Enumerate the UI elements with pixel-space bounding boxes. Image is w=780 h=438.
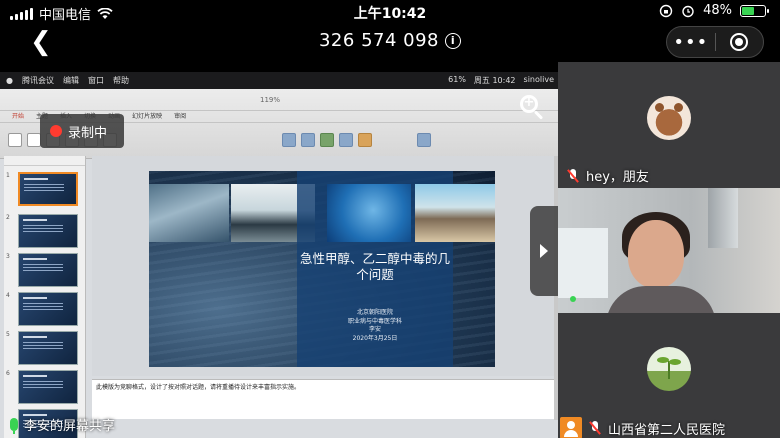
ribbon-tab-home: 开始 xyxy=(12,113,25,120)
speaker-notes: 此模版为竞聊格式，设计了按对照对话题，请将重播待设计来丰富指示实施。 xyxy=(92,379,554,419)
title-slide: 急性甲醇、乙二醇中毒的几个问题 北京朝阳医院 职业病与中毒医学科 李安 2020… xyxy=(149,171,495,367)
ribbon-tab-slideshow: 幻灯片放映 xyxy=(132,113,163,120)
speaking-indicator xyxy=(570,296,576,302)
battery-icon xyxy=(740,4,769,17)
participant-name-row: 山西省第二人民医院 xyxy=(560,417,725,438)
slide-thumbnail[interactable] xyxy=(18,331,78,365)
thumb-number: 5 xyxy=(6,331,10,338)
style-icon xyxy=(358,133,372,147)
mac-menu-help: 帮助 xyxy=(112,76,129,85)
target-icon xyxy=(730,33,749,51)
range-hood xyxy=(708,188,738,248)
rotation-lock-icon xyxy=(659,4,673,17)
slide-department: 职业病与中毒医学科 xyxy=(347,317,402,325)
apple-icon: ● xyxy=(6,76,13,85)
window-light xyxy=(558,228,608,298)
ribbon-tab-review: 审阅 xyxy=(174,113,187,120)
recording-badge[interactable]: 录制中 xyxy=(40,114,124,148)
slideshow-icon xyxy=(417,133,431,147)
sharer-name: 李安的屏幕共享 xyxy=(24,418,116,434)
slide-thumbnail[interactable] xyxy=(18,214,78,248)
thumb-number: 2 xyxy=(6,214,10,221)
thumbnail-tabs xyxy=(4,156,85,166)
mini-program-capsule: ••• xyxy=(666,26,764,58)
mic-muted-icon xyxy=(566,168,580,183)
slide-date: 2020年3月25日 xyxy=(352,334,398,342)
mac-battery: 61% xyxy=(448,75,466,84)
text-box-icon xyxy=(282,133,296,147)
meeting-id-group[interactable]: 326 574 098 i xyxy=(0,30,780,51)
participant-tile[interactable]: hey，朋友 xyxy=(558,62,780,188)
more-button[interactable]: ••• xyxy=(667,32,715,53)
slide-title: 急性甲醇、乙二醇中毒的几个问题 xyxy=(299,251,450,282)
slide-canvas: 急性甲醇、乙二醇中毒的几个问题 北京朝阳医院 职业病与中毒医学科 李安 2020… xyxy=(92,156,554,376)
close-program-button[interactable] xyxy=(715,33,763,51)
status-right: 48% xyxy=(659,3,769,18)
meeting-header: ❮ 326 574 098 i ••• xyxy=(0,26,780,62)
frost-grass-photo xyxy=(149,184,229,242)
slide-thumbnail[interactable] xyxy=(18,253,78,287)
arrange-icon xyxy=(339,133,353,147)
meeting-id: 326 574 098 xyxy=(318,30,439,51)
shape-icon xyxy=(320,133,334,147)
slide-thumbnail[interactable] xyxy=(18,292,78,326)
zoom-value: 119% xyxy=(260,96,281,104)
mic-icon xyxy=(10,417,18,434)
layout-icon xyxy=(27,133,41,147)
zoom-in-icon[interactable] xyxy=(516,91,546,121)
battery-percent: 48% xyxy=(703,3,732,18)
ppt-titlebar: 119% xyxy=(0,89,558,111)
teddy-bear-avatar xyxy=(647,96,691,140)
slide-subtitle: 北京朝阳医院 职业病与中毒医学科 李安 2020年3月25日 xyxy=(297,309,453,343)
thumb-number: 1 xyxy=(6,172,10,179)
thumb-number: 4 xyxy=(6,292,10,299)
slide-author: 李安 xyxy=(368,326,381,333)
host-icon xyxy=(560,417,582,438)
slide-thumbnails: 1 2 3 4 5 6 xyxy=(4,156,86,438)
mac-clock: 周五 10:42 xyxy=(473,76,516,85)
person-face xyxy=(628,220,684,288)
screen-share-label: 李安的屏幕共享 xyxy=(0,412,115,436)
alarm-icon xyxy=(682,5,694,17)
pier-photo xyxy=(415,184,495,242)
slide-thumbnail[interactable] xyxy=(18,370,78,404)
participant-name: hey，朋友 xyxy=(586,170,649,185)
battery-level xyxy=(742,6,754,15)
info-icon[interactable]: i xyxy=(445,33,461,49)
thumb-number: 6 xyxy=(6,370,10,377)
participant-video-tile[interactable] xyxy=(558,188,780,313)
participant-tile[interactable]: 山西省第二人民医院 xyxy=(558,313,780,438)
participant-name-row: hey，朋友 xyxy=(566,166,649,185)
mic-muted-icon xyxy=(588,421,602,435)
thumb-number: 3 xyxy=(6,253,10,260)
powerpoint-ribbon: 119% 开始 主题 插入 切换 动画 幻灯片放映 审阅 录制中 xyxy=(0,89,558,159)
record-icon xyxy=(50,125,62,137)
participant-name: 山西省第二人民医院 xyxy=(608,422,726,438)
picture-icon xyxy=(301,133,315,147)
mac-menu-bar: ● 腾讯会议 编辑 窗口 帮助 61% 周五 10:42 sinolive xyxy=(0,72,558,89)
mac-user: sinolive xyxy=(523,75,554,84)
mac-menu-window: 窗口 xyxy=(87,76,104,85)
slide-thumbnail[interactable] xyxy=(18,172,78,206)
slide-hospital: 北京朝阳医院 xyxy=(356,309,393,316)
recording-label: 录制中 xyxy=(68,125,108,141)
collapse-participants-button[interactable] xyxy=(530,206,558,296)
mac-menu-app: 腾讯会议 xyxy=(21,76,54,85)
new-slide-icon xyxy=(8,133,22,147)
mac-menu-edit: 编辑 xyxy=(62,76,79,85)
shared-screen[interactable]: ● 腾讯会议 编辑 窗口 帮助 61% 周五 10:42 sinolive 11… xyxy=(0,72,558,438)
mac-status-items: 61% 周五 10:42 sinolive xyxy=(448,75,558,86)
status-bar: 中国电信 上午10:42 48% xyxy=(0,0,780,26)
sprout-avatar xyxy=(647,347,691,391)
underwater-photo xyxy=(327,184,411,242)
